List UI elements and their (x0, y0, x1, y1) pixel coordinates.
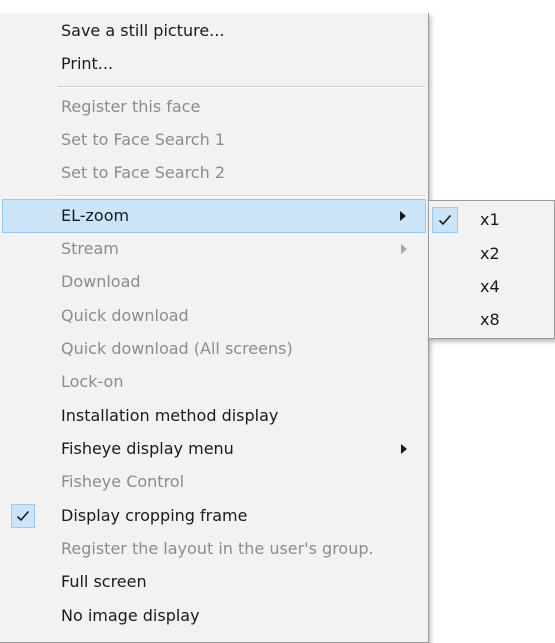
menu-item-print[interactable]: Print... (0, 48, 428, 81)
el-zoom-submenu: x1 x2 x4 x8 (428, 200, 555, 339)
menu-item-label: No image display (61, 606, 200, 625)
menu-separator (58, 195, 425, 197)
zoom-option-x8[interactable]: x8 (429, 303, 554, 336)
menu-item-el-zoom[interactable]: EL-zoom (2, 199, 426, 233)
menu-item-set-face-search-2[interactable]: Set to Face Search 2 (0, 157, 428, 190)
menu-item-fisheye-control[interactable]: Fisheye Control (0, 466, 428, 499)
menu-item-stream[interactable]: Stream (0, 233, 428, 266)
menu-item-label: Print... (61, 54, 114, 73)
zoom-option-x4[interactable]: x4 (429, 270, 554, 303)
menu-item-set-face-search-1[interactable]: Set to Face Search 1 (0, 124, 428, 157)
menu-item-label: Quick download (61, 306, 189, 325)
zoom-option-label: x4 (480, 277, 500, 296)
menu-item-label: Set to Face Search 2 (61, 163, 226, 182)
menu-item-lock-on[interactable]: Lock-on (0, 366, 428, 399)
menu-separator (58, 86, 425, 88)
menu-item-label: Display cropping frame (61, 506, 248, 525)
menu-item-label: Fisheye Control (61, 472, 185, 491)
menu-item-full-screen[interactable]: Full screen (0, 566, 428, 599)
menu-item-download[interactable]: Download (0, 266, 428, 299)
check-icon (432, 207, 458, 233)
menu-item-label: Installation method display (61, 406, 279, 425)
menu-item-label: Quick download (All screens) (61, 339, 293, 358)
menu-item-register-this-face[interactable]: Register this face (0, 91, 428, 124)
menu-item-quick-download[interactable]: Quick download (0, 300, 428, 333)
menu-item-save-still-picture[interactable]: Save a still picture... (0, 15, 428, 48)
context-menu: Save a still picture... Print... Registe… (0, 13, 429, 643)
menu-item-label: Set to Face Search 1 (61, 130, 226, 149)
zoom-option-x1[interactable]: x1 (429, 203, 554, 236)
chevron-right-icon (400, 211, 406, 221)
menu-item-label: Download (61, 272, 141, 291)
menu-item-label: Register the layout in the user's group. (61, 539, 374, 558)
menu-item-label: Fisheye display menu (61, 439, 234, 458)
zoom-option-label: x8 (480, 310, 500, 329)
menu-item-label: EL-zoom (61, 206, 130, 225)
menu-item-label: Full screen (61, 572, 147, 591)
menu-item-label: Lock-on (61, 372, 124, 391)
menu-item-label: Register this face (61, 97, 201, 116)
zoom-option-x2[interactable]: x2 (429, 237, 554, 270)
menu-item-fisheye-display-menu[interactable]: Fisheye display menu (0, 433, 428, 466)
check-icon (11, 504, 35, 528)
menu-item-no-image-display[interactable]: No image display (0, 600, 428, 633)
menu-item-quick-download-all-screens[interactable]: Quick download (All screens) (0, 333, 428, 366)
zoom-option-label: x1 (480, 210, 500, 229)
chevron-right-icon (401, 244, 407, 254)
menu-item-display-cropping-frame[interactable]: Display cropping frame (0, 500, 428, 533)
menu-item-installation-method-display[interactable]: Installation method display (0, 400, 428, 433)
chevron-right-icon (401, 444, 407, 454)
menu-item-label: Stream (61, 239, 119, 258)
menu-item-label: Save a still picture... (61, 21, 225, 40)
menu-item-register-layout-users-group[interactable]: Register the layout in the user's group. (0, 533, 428, 566)
zoom-option-label: x2 (480, 244, 500, 263)
